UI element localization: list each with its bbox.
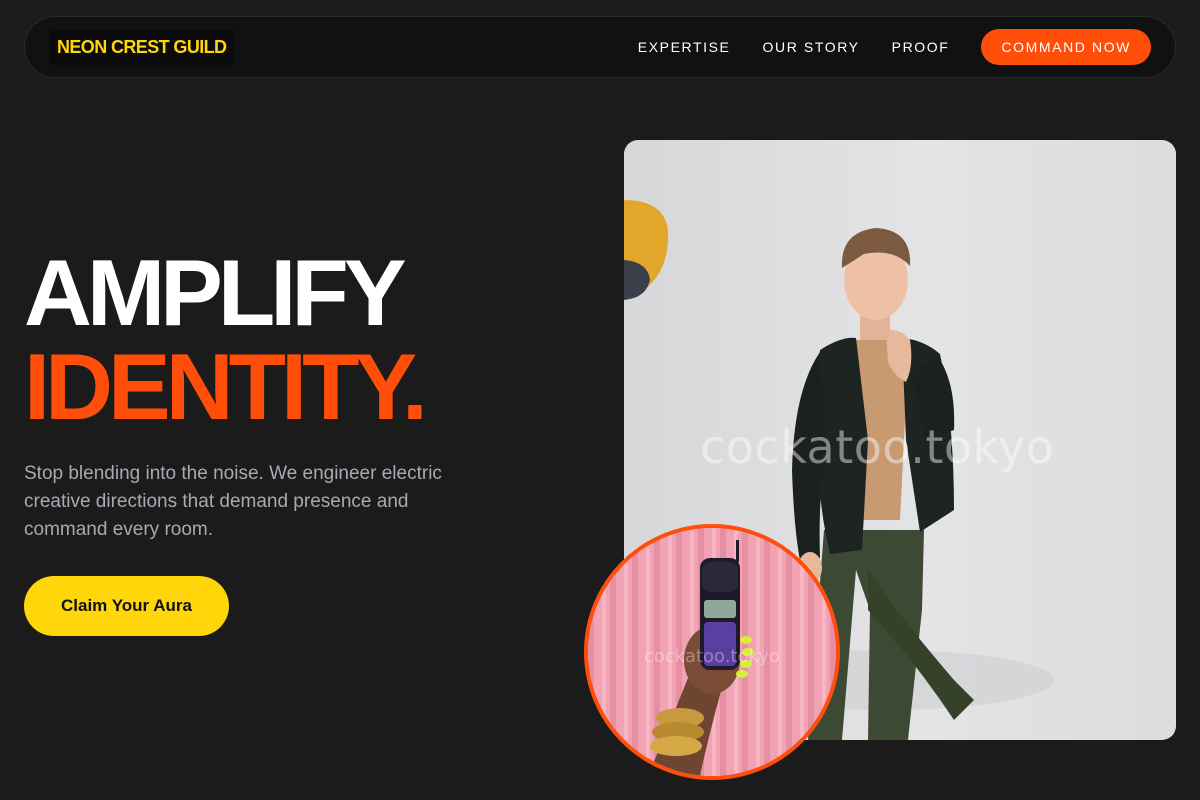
top-nav: NEON CREST GUILD EXPERTISE OUR STORY PRO… — [24, 16, 1176, 78]
circle-photo-phone-in-hand: cockatoo.tokyo — [584, 524, 840, 780]
brand-logo[interactable]: NEON CREST GUILD — [49, 29, 235, 65]
landing-page: NEON CREST GUILD EXPERTISE OUR STORY PRO… — [0, 0, 1200, 800]
command-now-button[interactable]: COMMAND NOW — [981, 29, 1151, 65]
hero-subtitle: Stop blending into the noise. We enginee… — [24, 463, 442, 540]
circle-photo-watermark: cockatoo.tokyo — [644, 646, 780, 667]
hero-title-line-2: IDENTITY. — [24, 334, 428, 439]
nav-link-expertise[interactable]: EXPERTISE — [638, 39, 731, 55]
hero-title-line-1: AMPLIFY — [24, 240, 407, 345]
nav-link-our-story[interactable]: OUR STORY — [763, 39, 860, 55]
claim-your-aura-button[interactable]: Claim Your Aura — [24, 576, 229, 636]
nav-link-proof[interactable]: PROOF — [892, 39, 950, 55]
main-photo-watermark: cockatoo.tokyo — [700, 420, 1055, 474]
nav-links: EXPERTISE OUR STORY PROOF COMMAND NOW — [638, 29, 1151, 65]
hero-title: AMPLIFY IDENTITY. — [24, 240, 428, 439]
